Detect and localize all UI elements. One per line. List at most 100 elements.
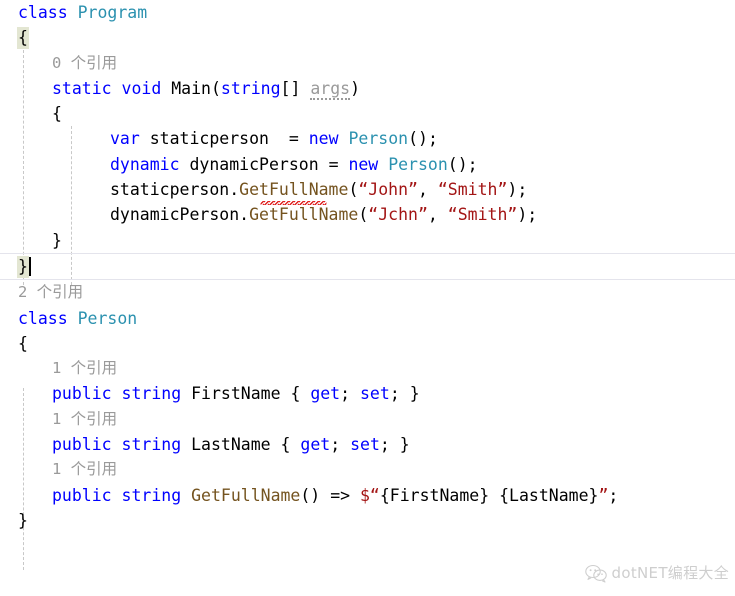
code-line[interactable]: class Person	[0, 306, 735, 331]
call-tail: ();	[408, 129, 438, 149]
method-getfullname: GetFullName	[191, 485, 301, 505]
code-line[interactable]: {	[0, 331, 735, 356]
code-line[interactable]: dynamicPerson.GetFullName(“Jchn”, “Smith…	[0, 202, 735, 227]
brace-close: }	[399, 435, 410, 455]
brace-open-highlighted: {	[17, 27, 29, 50]
interpolation-space	[489, 486, 499, 505]
property-firstname: FirstName	[191, 384, 281, 404]
keyword-new: new	[308, 129, 339, 149]
code-line[interactable]: public string FirstName { get; set; }	[0, 381, 735, 406]
code-line[interactable]: staticperson.GetFullName(“John”, “Smith”…	[0, 177, 735, 202]
keyword-string: string	[121, 435, 182, 455]
interpolated-string-start: $“	[360, 485, 380, 505]
codelens-label: 2 个引用	[18, 283, 84, 302]
brace-open: {	[18, 333, 28, 353]
keyword-set: set	[350, 435, 380, 455]
identifier-dynamicperson: dynamicPerson	[189, 154, 319, 174]
codelens-label: 1 个引用	[52, 409, 118, 428]
brace-close: }	[18, 510, 28, 530]
wechat-icon	[584, 564, 607, 583]
keyword-static: static	[52, 78, 112, 98]
call-tail: ();	[447, 154, 478, 174]
code-line[interactable]: dynamic dynamicPerson = new Person();	[0, 152, 735, 177]
arg-comma: ,	[427, 205, 448, 225]
code-line[interactable]: }	[0, 508, 735, 533]
paren-close: )	[350, 78, 361, 98]
method-getfullname: GetFullName	[249, 205, 359, 225]
identifier-staticperson: staticperson	[110, 180, 230, 200]
keyword-var: var	[110, 129, 140, 149]
keyword-string: string	[121, 384, 182, 404]
watermark: dotNET编程大全	[584, 561, 729, 586]
code-line[interactable]: public string GetFullName() => $“{FirstN…	[0, 483, 735, 508]
parameter-args-unused: args	[310, 78, 351, 100]
member-access-dot: .	[239, 205, 250, 225]
operator-assign: =	[328, 154, 339, 174]
keyword-string: string	[220, 78, 281, 98]
semicolon: ;	[608, 485, 619, 505]
string-literal-smith: “Smith”	[447, 205, 518, 225]
identifier-staticperson: staticperson	[149, 129, 269, 149]
array-brackets: []	[280, 78, 301, 98]
type-program: Program	[77, 3, 148, 22]
code-line[interactable]: }	[0, 228, 735, 253]
paren-open: (	[348, 180, 359, 200]
codelens-label: 1 个引用	[52, 460, 118, 479]
semicolon: ;	[330, 435, 351, 455]
call-tail: );	[507, 180, 528, 200]
keyword-class: class	[18, 308, 68, 328]
type-person: Person	[388, 154, 448, 174]
semicolon: ;	[379, 435, 400, 455]
brace-close: }	[409, 384, 420, 404]
type-person: Person	[348, 129, 409, 149]
string-literal-john: “Jchn”	[368, 205, 428, 225]
parens: ()	[300, 485, 321, 505]
interpolation-lastname: {LastName}	[499, 485, 599, 505]
code-line[interactable]: public string LastName { get; set; }	[0, 432, 735, 457]
codelens-annotation[interactable]: 1 个引用	[0, 356, 735, 381]
string-literal-smith: “Smith”	[437, 180, 508, 200]
lambda-arrow: =>	[330, 485, 351, 505]
keyword-dynamic: dynamic	[110, 154, 180, 174]
keyword-get: get	[310, 384, 341, 404]
keyword-void: void	[121, 78, 162, 98]
paren-open: (	[358, 205, 369, 225]
text-caret	[28, 256, 31, 276]
codelens-annotation[interactable]: 1 个引用	[0, 407, 735, 432]
code-line[interactable]: var staticperson = new Person();	[0, 126, 735, 151]
brace-close: }	[52, 230, 62, 250]
watermark-text: dotNET编程大全	[611, 563, 729, 582]
code-line[interactable]: {	[0, 25, 735, 50]
operator-assign: =	[288, 129, 299, 149]
identifier-dynamicperson: dynamicPerson	[110, 205, 240, 225]
method-getfullname-error: GetFullName	[239, 180, 349, 200]
interpolation-firstname: {FirstName}	[379, 485, 490, 505]
codelens-label: 0 个引用	[52, 53, 118, 72]
brace-open: {	[290, 384, 311, 404]
call-tail: );	[517, 205, 538, 225]
arg-comma: ,	[417, 180, 438, 200]
code-editor[interactable]: class Program { 0 个引用 static void Main(s…	[0, 0, 735, 596]
method-main: Main	[171, 78, 211, 98]
string-literal-john: “John”	[358, 180, 418, 200]
keyword-string: string	[121, 485, 182, 505]
member-access-dot: .	[229, 180, 240, 200]
keyword-set: set	[360, 384, 390, 404]
brace-close-highlighted: }	[17, 255, 29, 278]
property-lastname: LastName	[191, 435, 271, 455]
code-line[interactable]: class Program	[0, 0, 735, 25]
interpolated-string-end: ”	[598, 485, 609, 505]
codelens-annotation[interactable]: 1 个引用	[0, 457, 735, 482]
keyword-new: new	[348, 154, 379, 174]
brace-open: {	[52, 104, 62, 124]
codelens-annotation[interactable]: 0 个引用	[0, 51, 735, 76]
code-line[interactable]: static void Main(string[] args)	[0, 76, 735, 101]
code-line-current[interactable]: }	[0, 252, 735, 281]
code-line[interactable]: {	[0, 101, 735, 126]
codelens-annotation[interactable]: 2 个引用	[0, 280, 735, 305]
brace-open: {	[280, 435, 301, 455]
codelens-label: 1 个引用	[52, 359, 118, 378]
keyword-get: get	[300, 435, 331, 455]
paren-open: (	[210, 78, 221, 98]
semicolon: ;	[340, 384, 360, 404]
